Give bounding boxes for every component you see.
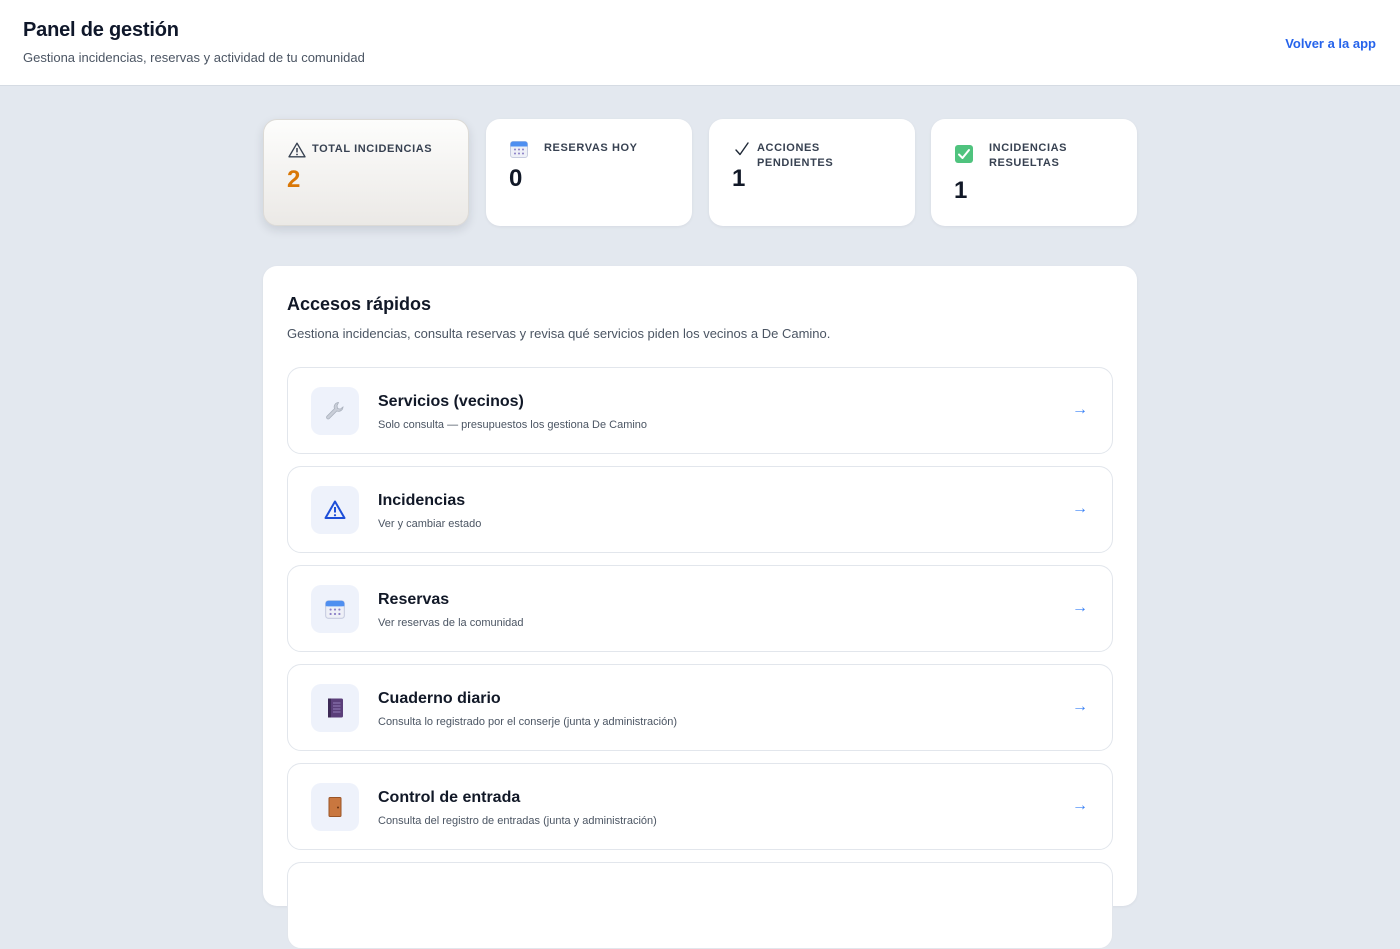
quick-access-title: Accesos rápidos	[287, 294, 432, 314]
item-subtitle: Ver y cambiar estado	[378, 518, 482, 530]
quick-access-description: Gestiona incidencias, consulta reservas …	[287, 326, 831, 341]
stat-value: 2	[287, 166, 301, 193]
item-subtitle: Ver reservas de la comunidad	[378, 617, 524, 629]
arrow-right-icon: →	[1072, 500, 1088, 517]
calendar-icon	[509, 139, 529, 159]
stat-card-acciones-pendientes[interactable]: ACCIONES PENDIENTES 1	[709, 119, 915, 226]
arrow-right-icon: →	[1072, 401, 1088, 418]
stat-value: 0	[509, 165, 523, 192]
check-box-icon	[954, 144, 974, 164]
stat-card-reservas-hoy[interactable]: RESERVAS HOY 0	[486, 119, 692, 226]
stat-value: 1	[732, 165, 746, 192]
item-subtitle: Consulta lo registrado por el conserje (…	[378, 716, 677, 728]
arrow-right-icon: →	[1072, 599, 1088, 616]
item-title: Servicios (vecinos)	[378, 393, 524, 410]
arrow-right-icon: →	[1072, 698, 1088, 715]
page-subtitle: Gestiona incidencias, reservas y activid…	[23, 50, 365, 65]
stat-card-incidencias-resueltas[interactable]: INCIDENCIAS RESUELTAS 1	[931, 119, 1137, 226]
quick-access-servicios[interactable]: Servicios (vecinos) Solo consulta — pres…	[287, 367, 1113, 454]
stat-label: INCIDENCIAS RESUELTAS	[989, 142, 1068, 169]
item-subtitle: Consulta del registro de entradas (junta…	[378, 815, 657, 827]
quick-access-incidencias[interactable]: Incidencias Ver y cambiar estado →	[287, 466, 1113, 553]
arrow-right-icon: →	[1072, 797, 1088, 814]
item-subtitle: Solo consulta — presupuestos los gestion…	[378, 419, 648, 431]
notebook-icon	[311, 684, 359, 732]
page-title: Panel de gestión	[23, 19, 179, 41]
item-title: Control de entrada	[378, 789, 521, 806]
quick-access-control-de-entrada[interactable]: Control de entrada Consulta del registro…	[287, 763, 1113, 850]
calendar-icon	[311, 585, 359, 633]
quick-access-panel: Accesos rápidos Gestiona incidencias, co…	[263, 266, 1137, 949]
stat-label: RESERVAS HOY	[544, 142, 638, 154]
quick-access-reservas[interactable]: Reservas Ver reservas de la comunidad →	[287, 565, 1113, 652]
warning-icon	[311, 486, 359, 534]
door-icon	[311, 783, 359, 831]
item-title: Cuaderno diario	[378, 690, 501, 707]
back-to-app-link[interactable]: Volver a la app	[1285, 36, 1376, 51]
warning-icon	[287, 140, 307, 160]
stat-card-total-incidencias[interactable]: TOTAL INCIDENCIAS 2	[263, 119, 469, 226]
item-title: Reservas	[378, 591, 450, 608]
wrench-icon	[311, 387, 359, 435]
top-bar: Panel de gestión Gestiona incidencias, r…	[0, 0, 1400, 86]
quick-access-item-partial[interactable]	[287, 862, 1113, 949]
stat-label: ACCIONES PENDIENTES	[757, 142, 834, 169]
stats-row: TOTAL INCIDENCIAS 2 RESERVAS HOY 0 ACCIO…	[263, 119, 1137, 226]
stat-value: 1	[954, 177, 968, 204]
quick-access-cuaderno-diario[interactable]: Cuaderno diario Consulta lo registrado p…	[287, 664, 1113, 751]
checkmark-icon	[732, 139, 752, 159]
item-title: Incidencias	[378, 492, 466, 509]
stat-label: TOTAL INCIDENCIAS	[312, 143, 433, 155]
